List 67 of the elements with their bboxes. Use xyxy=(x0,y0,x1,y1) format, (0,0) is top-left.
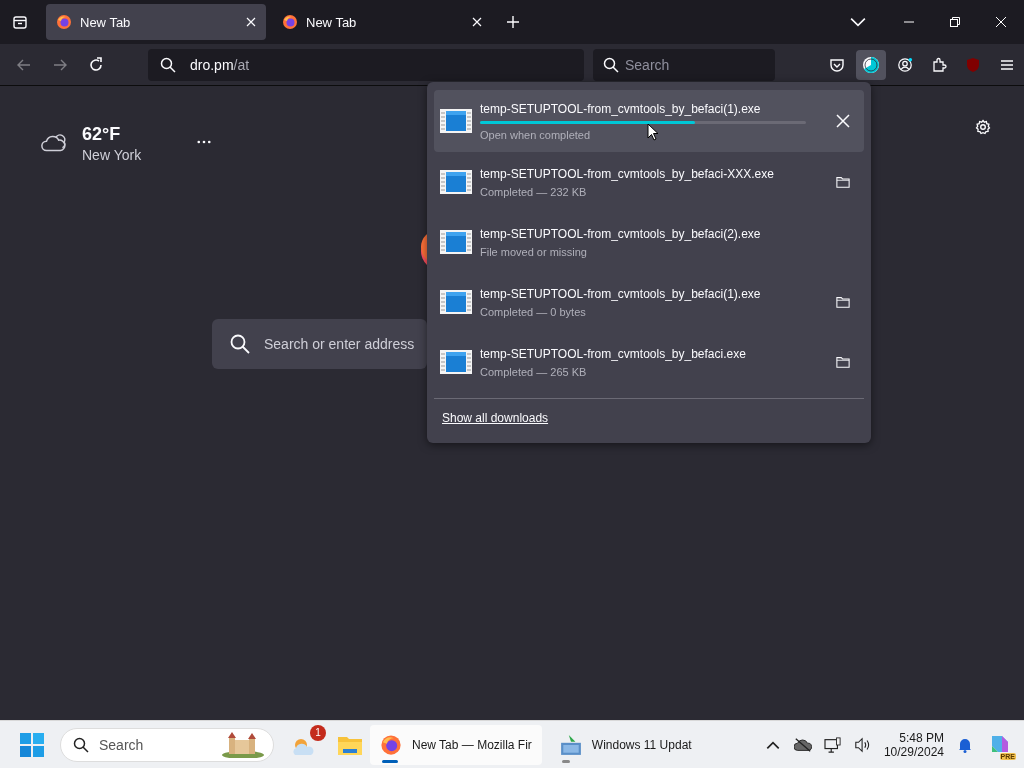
network-icon[interactable] xyxy=(823,736,842,753)
new-tab-icon[interactable] xyxy=(506,15,520,29)
show-all-downloads-link[interactable]: Show all downloads xyxy=(442,411,549,425)
browser-tab[interactable]: New Tab xyxy=(272,4,492,40)
folder-icon[interactable] xyxy=(836,295,850,309)
close-icon[interactable] xyxy=(472,17,482,27)
download-progress-icon xyxy=(862,55,880,74)
exe-file-icon xyxy=(440,289,472,315)
folder-icon[interactable] xyxy=(836,355,850,369)
download-item[interactable]: temp-SETUPTOOL-from_cvmtools_by_befaci(1).exe Completed — 0 bytes xyxy=(434,272,864,332)
file-name: temp-SETUPTOOL-from_cvmtools_by_befaci(1).exe xyxy=(480,101,762,116)
exe-file-icon xyxy=(440,229,472,255)
exe-file-icon xyxy=(440,349,472,375)
address-bar[interactable]: dro.pm/at xyxy=(148,48,584,81)
search-icon xyxy=(603,56,619,73)
download-status: Completed — 232 KB xyxy=(480,185,587,198)
download-status: Completed — 265 KB xyxy=(480,365,587,378)
account-icon[interactable] xyxy=(897,56,913,73)
tab-list-icon[interactable] xyxy=(12,14,28,30)
firefox-icon xyxy=(56,14,72,30)
folder-icon[interactable] xyxy=(338,734,362,755)
search-icon xyxy=(160,56,176,73)
exe-file-icon xyxy=(440,108,472,134)
city-name: New York xyxy=(82,147,142,163)
taskbar-app[interactable]: New Tab — Mozilla Fir xyxy=(370,724,542,765)
cloud-off-icon[interactable] xyxy=(793,736,812,753)
cloud-icon xyxy=(40,132,68,154)
search-icon xyxy=(73,736,89,753)
download-item[interactable]: temp-SETUPTOOL-from_cvmtools_by_befaci(1).exe Open when completed xyxy=(434,90,864,152)
download-item[interactable]: temp-SETUPTOOL-from_cvmtools_by_befaci-XXX.exe Completed — 232 KB xyxy=(434,152,864,212)
taskbar-app[interactable]: Windows 11 Updat xyxy=(549,724,702,765)
download-status: Open when completed xyxy=(480,128,591,141)
search-field[interactable]: Search xyxy=(593,48,775,81)
browser-tab[interactable]: New Tab xyxy=(46,4,266,40)
notification-badge: 1 xyxy=(310,724,326,741)
firefox-icon xyxy=(380,733,402,756)
folder-icon[interactable] xyxy=(836,175,850,189)
temperature: 62°F xyxy=(82,124,122,145)
downloads-button[interactable] xyxy=(856,49,886,80)
firefox-icon xyxy=(282,14,298,30)
reload-icon[interactable] xyxy=(88,56,104,73)
more-icon[interactable] xyxy=(197,140,212,144)
mouse-cursor-icon xyxy=(647,123,659,141)
download-item[interactable]: temp-SETUPTOOL-from_cvmtools_by_befaci(2).exe File moved or missing xyxy=(434,212,864,272)
close-icon[interactable] xyxy=(246,17,256,27)
search-icon xyxy=(230,334,250,354)
pocket-icon[interactable] xyxy=(829,56,845,73)
settings-icon[interactable] xyxy=(975,119,991,135)
download-status: File moved or missing xyxy=(480,245,587,258)
file-name: temp-SETUPTOOL-from_cvmtools_by_befaci.exe xyxy=(480,346,747,361)
installer-icon xyxy=(559,733,582,756)
volume-icon[interactable] xyxy=(853,736,872,753)
exe-file-icon xyxy=(440,169,472,195)
download-status: Completed — 0 bytes xyxy=(480,305,586,318)
extensions-icon[interactable] xyxy=(931,56,947,73)
clock-time: 5:48 PM xyxy=(899,730,944,745)
taskbar-search-field[interactable]: Search xyxy=(60,727,274,762)
download-item[interactable]: temp-SETUPTOOL-from_cvmtools_by_befaci.exe Completed — 265 KB xyxy=(434,332,864,392)
file-name: temp-SETUPTOOL-from_cvmtools_by_befaci-XXX.exe xyxy=(480,166,775,181)
file-name: temp-SETUPTOOL-from_cvmtools_by_befaci(2).exe xyxy=(480,226,762,241)
taskbar-clock[interactable]: 5:48 PM 10/29/2024 xyxy=(883,730,944,759)
clock-date: 10/29/2024 xyxy=(883,744,944,759)
search-field[interactable]: Search or enter address xyxy=(212,319,427,369)
file-name: temp-SETUPTOOL-from_cvmtools_by_befaci(1).exe xyxy=(480,286,762,301)
castle-illustration-icon xyxy=(221,731,265,758)
windows-start-icon[interactable] xyxy=(20,732,44,757)
cancel-icon[interactable] xyxy=(836,114,850,128)
